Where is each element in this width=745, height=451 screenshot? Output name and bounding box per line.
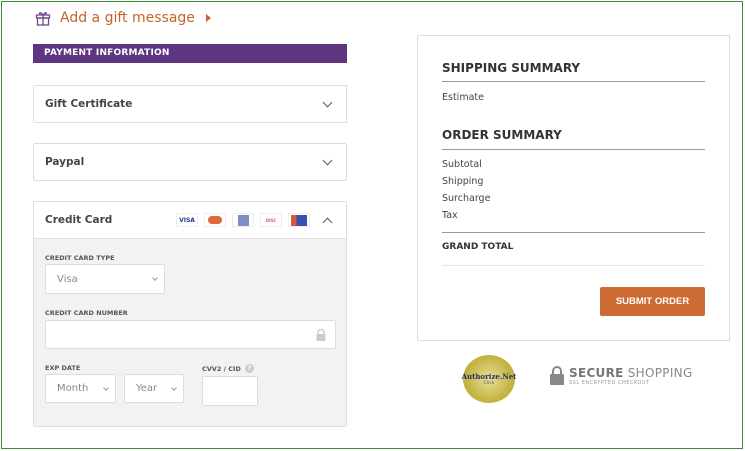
tax-label: Tax bbox=[442, 210, 458, 221]
ssl-text: SSL ENCRYPTED CHECKOUT bbox=[569, 380, 650, 386]
shipping-label: Shipping bbox=[442, 176, 484, 187]
paypal-section[interactable]: Paypal bbox=[33, 143, 347, 181]
surcharge-label: Surcharge bbox=[442, 193, 491, 204]
jcb-icon bbox=[288, 213, 310, 227]
subtotal-label: Subtotal bbox=[442, 159, 482, 170]
chevron-down-icon[interactable] bbox=[322, 155, 333, 165]
credit-card-type-label: CREDIT CARD TYPE bbox=[45, 254, 115, 262]
section-label: Credit Card bbox=[45, 214, 113, 226]
cvv-label: CVV2 / CID? bbox=[202, 364, 254, 373]
gift-message-link[interactable]: Add a gift message bbox=[35, 10, 211, 26]
gift-message-label: Add a gift message bbox=[60, 10, 195, 26]
exp-year-select[interactable]: Year bbox=[124, 374, 184, 403]
order-summary-panel: SHIPPING SUMMARY Estimate ORDER SUMMARY … bbox=[417, 35, 730, 341]
estimate-link[interactable]: Estimate bbox=[442, 92, 484, 103]
chevron-down-icon bbox=[171, 385, 177, 391]
chevron-down-icon[interactable] bbox=[322, 97, 333, 107]
shopping-text: SHOPPING bbox=[627, 366, 693, 380]
mastercard-icon bbox=[204, 213, 226, 227]
discover-icon: DISC bbox=[260, 213, 282, 227]
chevron-up-icon[interactable] bbox=[322, 217, 333, 227]
credit-card-section[interactable]: Credit Card VISA DISC CREDIT CARD TYPE V… bbox=[33, 201, 347, 427]
exp-date-label: EXP DATE bbox=[45, 364, 81, 372]
order-summary-title: ORDER SUMMARY bbox=[442, 128, 562, 142]
credit-card-number-label: CREDIT CARD NUMBER bbox=[45, 309, 128, 317]
authorize-click-text: Click bbox=[483, 381, 495, 386]
chevron-down-icon bbox=[103, 385, 109, 391]
select-value: Visa bbox=[57, 273, 78, 285]
exp-month-select[interactable]: Month bbox=[45, 374, 116, 403]
secure-text: SECURE bbox=[569, 366, 624, 380]
help-icon[interactable]: ? bbox=[244, 364, 254, 373]
cvv-input[interactable] bbox=[202, 376, 258, 406]
card-logos: VISA DISC bbox=[176, 213, 310, 227]
divider bbox=[442, 149, 705, 150]
divider bbox=[442, 265, 705, 266]
secure-shopping-badge: SECURE SHOPPING SSL ENCRYPTED CHECKOUT bbox=[550, 366, 693, 386]
shipping-summary-title: SHIPPING SUMMARY bbox=[442, 61, 581, 75]
payment-information-header: PAYMENT INFORMATION bbox=[33, 44, 347, 63]
gift-icon bbox=[35, 12, 51, 26]
authorize-net-seal[interactable]: Authorize.Net Click bbox=[461, 355, 517, 403]
divider bbox=[442, 81, 705, 82]
lock-icon bbox=[316, 329, 326, 341]
padlock-icon bbox=[550, 366, 564, 386]
divider bbox=[442, 232, 705, 233]
credit-card-number-input[interactable] bbox=[45, 320, 336, 349]
gift-certificate-section[interactable]: Gift Certificate bbox=[33, 85, 347, 123]
submit-order-button[interactable]: SUBMIT ORDER bbox=[600, 287, 705, 316]
credit-card-type-select[interactable]: Visa bbox=[45, 264, 165, 294]
section-label: Gift Certificate bbox=[45, 98, 133, 110]
visa-icon: VISA bbox=[176, 213, 198, 227]
cvv-label-text: CVV2 / CID bbox=[202, 364, 241, 373]
select-value: Month bbox=[57, 383, 89, 394]
select-value: Year bbox=[136, 383, 158, 394]
chevron-down-icon bbox=[152, 275, 158, 281]
caret-right-icon bbox=[205, 14, 211, 22]
authorize-net-text: Authorize.Net bbox=[461, 372, 517, 381]
section-label: Paypal bbox=[45, 156, 85, 168]
grand-total-label: GRAND TOTAL bbox=[442, 242, 514, 252]
amex-icon bbox=[232, 213, 254, 227]
